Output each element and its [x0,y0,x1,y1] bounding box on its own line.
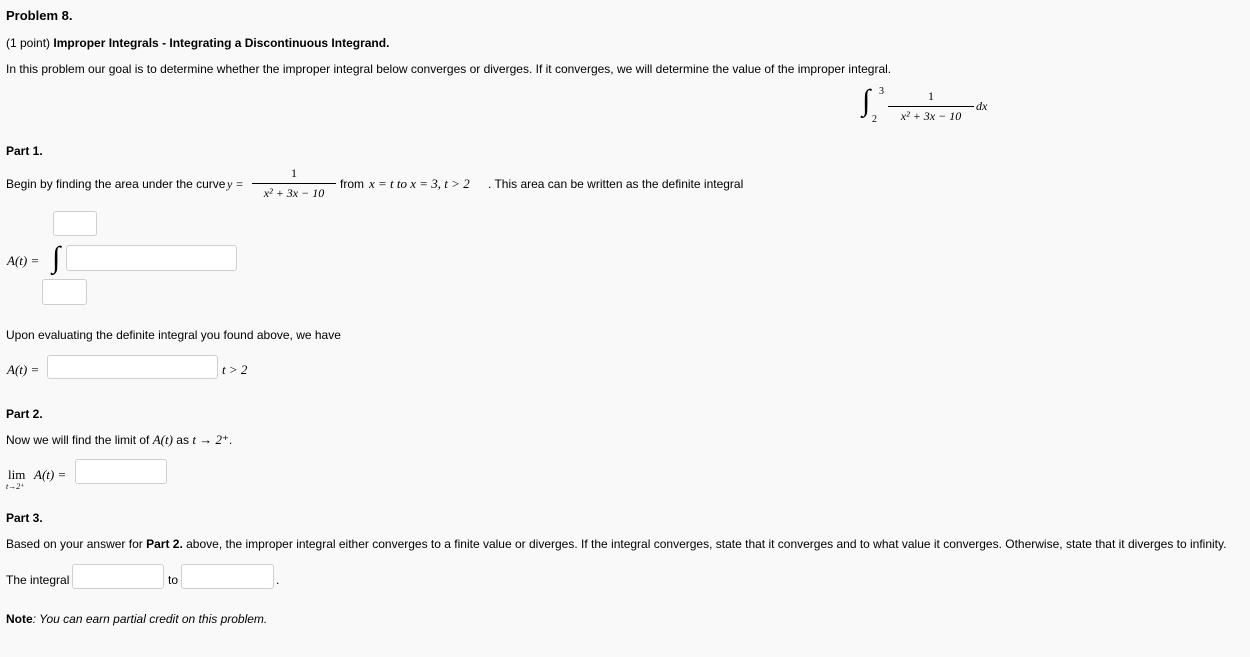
lim-rest: A(t) = [34,467,67,482]
lower-limit-input[interactable] [42,279,87,305]
integral-upper-limit: 3 [879,86,884,97]
part2-sentence-math: A(t) [152,432,173,447]
integrand-input[interactable] [66,245,237,271]
part1-from: from [340,177,364,191]
integral-sign-icon: ∫ [52,241,61,274]
the-integral-label: The integral [6,573,70,587]
intro-text: In this problem our goal is to determine… [6,62,892,76]
part1-fraction: 1 x² + 3x − 10 [252,166,336,201]
part3-sentence-post: above, the improper integral either conv… [186,537,1227,551]
converge-diverge-input[interactable] [72,564,164,589]
part3-sentence-pre: Based on your answer for [6,537,143,551]
upper-limit-input[interactable] [53,211,97,236]
part2-limit: t → 2⁺ [192,432,229,447]
part3-sentence: Based on your answer for Part 2. above, … [6,537,1226,551]
part1-y-eq: y = [227,177,244,191]
problem-heading: (1 point) Improper Integrals - Integrati… [6,36,389,50]
evaluate-text: Upon evaluating the definite integral yo… [6,328,341,342]
note: Note: You can earn partial credit on thi… [6,612,267,626]
part2-sentence: Now we will find the limit of A(t) as t … [6,432,233,447]
integral-denominator: x² + 3x − 10 [900,109,962,123]
part1-numerator: 1 [291,166,297,180]
part2-label: Part 2. [6,407,43,421]
value-input[interactable] [181,564,274,589]
integral-fraction: 1 x² + 3x − 10 [888,89,974,124]
part1-bounds: x = t to x = 3, t > 2 [369,176,470,191]
points-label: (1 point) [6,36,51,50]
integral-numerator: 1 [928,89,934,103]
part1-label: Part 1. [6,144,43,158]
condition-text: t > 2 [222,362,248,377]
at-result-input[interactable] [47,355,218,379]
limit-input[interactable] [75,459,167,484]
lim-subscript: t→2⁺ [6,482,25,491]
part2-sentence-text: Now we will find the limit of [6,433,150,447]
at-label: A(t) = [7,253,40,268]
to-label: to [168,573,179,587]
part1-sentence-start: Begin by finding the area under the curv… [6,177,226,191]
heading-text: Improper Integrals - Integrating a Disco… [53,36,390,50]
integral-sign-icon: ∫ [862,84,871,117]
part1-denominator: x² + 3x − 10 [263,186,325,200]
note-label: Note [6,612,33,626]
at-label-2: A(t) = [7,362,40,377]
part1-fraction-bar [252,183,336,184]
note-text: : You can earn partial credit on this pr… [32,612,268,626]
problem-title: Problem 8. [6,8,73,23]
lim-word: lim [8,467,26,482]
part1-sentence-end: . This area can be written as the defini… [488,177,744,191]
integral-lower-limit: 2 [872,114,877,125]
part2-as: as [176,433,189,447]
integral-differential: dx [976,99,988,113]
fraction-bar [888,106,974,107]
part3-label: Part 3. [6,511,43,525]
period-mark: . [276,573,280,587]
part3-sentence-bold: Part 2. [146,537,183,551]
